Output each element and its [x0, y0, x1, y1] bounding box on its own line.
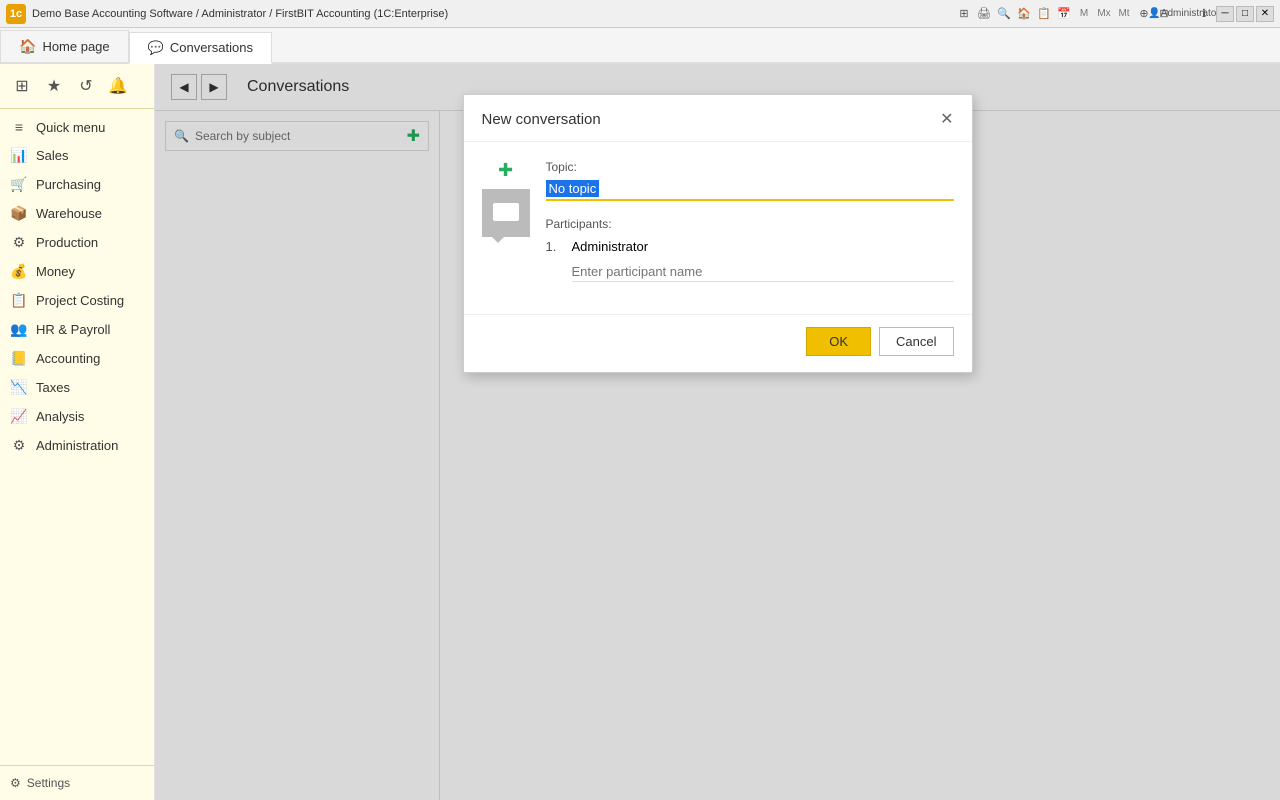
dialog-close-button[interactable]: ✕	[940, 109, 953, 129]
sidebar: ⊞ ★ ↺ 🔔 ≡ Quick menu 📊 Sales 🛒 Purchasin…	[0, 64, 155, 800]
toolbar-btn-2[interactable]: 🖨	[976, 6, 992, 22]
sidebar-item-money[interactable]: 💰 Money	[0, 257, 154, 286]
sidebar-bottom: ⚙ Settings	[0, 765, 154, 800]
sidebar-item-quick-menu[interactable]: ≡ Quick menu	[0, 113, 154, 141]
toolbar-btn-4[interactable]: 🏠	[1016, 6, 1032, 22]
hr-icon: 👥	[10, 321, 28, 338]
tabbar: 🏠 Home page 💬 Conversations	[0, 28, 1280, 64]
project-costing-icon: 📋	[10, 292, 28, 309]
user-btn[interactable]: 👤 Administrator	[1176, 6, 1192, 22]
grid-icon-btn[interactable]: ⊞	[8, 72, 36, 100]
toolbar-btn-mx[interactable]: Mx	[1096, 6, 1112, 22]
titlebar-left: 1c Demo Base Accounting Software / Admin…	[6, 4, 448, 24]
toolbar-btn-m[interactable]: M	[1076, 6, 1092, 22]
content-area: ◀ ▶ Conversations 🔍 ✚ New conversation ✕	[155, 64, 1280, 800]
participant-row-new	[546, 262, 954, 282]
app-logo: 1c	[6, 4, 26, 24]
favorites-btn[interactable]: ★	[40, 72, 68, 100]
settings-gear-icon: ⚙	[10, 776, 21, 790]
money-icon: 💰	[10, 263, 28, 280]
sidebar-item-sales[interactable]: 📊 Sales	[0, 141, 154, 170]
cancel-button[interactable]: Cancel	[879, 327, 953, 356]
titlebar-title: Demo Base Accounting Software / Administ…	[32, 8, 448, 20]
taxes-icon: 📉	[10, 379, 28, 396]
dialog-title: New conversation	[482, 111, 601, 128]
window-controls: ─ □ ✕	[1216, 6, 1274, 22]
toolbar-btn-3[interactable]: 🔍	[996, 6, 1012, 22]
maximize-btn[interactable]: □	[1236, 6, 1254, 22]
participants-label: Participants:	[546, 217, 954, 231]
history-btn[interactable]: ↺	[72, 72, 100, 100]
dialog-footer: OK Cancel	[464, 314, 972, 372]
dialog-body: ✚ Topic: No topic Particip	[464, 142, 972, 314]
sidebar-item-taxes[interactable]: 📉 Taxes	[0, 373, 154, 402]
purchasing-icon: 🛒	[10, 176, 28, 193]
sidebar-toolbar: ⊞ ★ ↺ 🔔	[0, 64, 154, 109]
participant-row-1: 1. Administrator	[546, 239, 954, 254]
titlebar: 1c Demo Base Accounting Software / Admin…	[0, 0, 1280, 28]
main-layout: ⊞ ★ ↺ 🔔 ≡ Quick menu 📊 Sales 🛒 Purchasin…	[0, 64, 1280, 800]
new-conversation-dialog: New conversation ✕ ✚ Topic:	[463, 94, 973, 373]
dialog-overlay: New conversation ✕ ✚ Topic:	[155, 64, 1280, 800]
conversation-icon	[482, 189, 530, 237]
topic-label: Topic:	[546, 160, 954, 174]
minimize-btn[interactable]: ─	[1216, 6, 1234, 22]
toolbar-btn-5[interactable]: 📋	[1036, 6, 1052, 22]
accounting-icon: 📒	[10, 350, 28, 367]
dialog-fields: Topic: No topic Participants: 1. Adminis…	[546, 160, 954, 290]
sidebar-nav: ≡ Quick menu 📊 Sales 🛒 Purchasing 📦 Ware…	[0, 109, 154, 765]
sidebar-item-warehouse[interactable]: 📦 Warehouse	[0, 199, 154, 228]
toolbar-btn-1[interactable]: ⊞	[956, 6, 972, 22]
participant-name-1: Administrator	[572, 239, 649, 254]
tab-conversations[interactable]: 💬 Conversations	[129, 32, 272, 64]
sidebar-item-purchasing[interactable]: 🛒 Purchasing	[0, 170, 154, 199]
production-icon: ⚙	[10, 234, 28, 251]
close-btn[interactable]: ✕	[1256, 6, 1274, 22]
sidebar-item-analysis[interactable]: 📈 Analysis	[0, 402, 154, 431]
sidebar-item-administration[interactable]: ⚙ Administration	[0, 431, 154, 460]
sales-icon: 📊	[10, 147, 28, 164]
topic-input[interactable]	[546, 178, 954, 201]
toolbar-btn-6[interactable]: 📅	[1056, 6, 1072, 22]
administration-icon: ⚙	[10, 437, 28, 454]
tab-home[interactable]: 🏠 Home page	[0, 30, 129, 62]
notifications-btn[interactable]: 🔔	[104, 72, 132, 100]
settings-button[interactable]: ⚙ Settings	[10, 776, 144, 790]
toolbar-btn-mt[interactable]: Mt	[1116, 6, 1132, 22]
quick-menu-icon: ≡	[10, 119, 28, 135]
sidebar-item-production[interactable]: ⚙ Production	[0, 228, 154, 257]
participant-name-input[interactable]	[572, 262, 954, 282]
ok-button[interactable]: OK	[806, 327, 871, 356]
sidebar-item-project-costing[interactable]: 📋 Project Costing	[0, 286, 154, 315]
topic-input-wrapper: No topic	[546, 178, 954, 201]
sidebar-item-accounting[interactable]: 📒 Accounting	[0, 344, 154, 373]
sidebar-item-hr-payroll[interactable]: 👥 HR & Payroll	[0, 315, 154, 344]
dialog-header: New conversation ✕	[464, 95, 972, 142]
home-icon: 🏠	[19, 38, 36, 55]
info-btn[interactable]: ℹ	[1196, 6, 1212, 22]
participant-number-1: 1.	[546, 239, 566, 254]
add-icon-button[interactable]: ✚	[498, 160, 513, 181]
dialog-icon-area: ✚	[482, 160, 530, 290]
titlebar-right: ⊞ 🖨 🔍 🏠 📋 📅 M Mx Mt ⊕ ⊟ 👤 Administrator …	[956, 6, 1274, 22]
analysis-icon: 📈	[10, 408, 28, 425]
conversations-tab-icon: 💬	[148, 40, 164, 56]
warehouse-icon: 📦	[10, 205, 28, 222]
chat-bubble-icon	[491, 201, 521, 225]
